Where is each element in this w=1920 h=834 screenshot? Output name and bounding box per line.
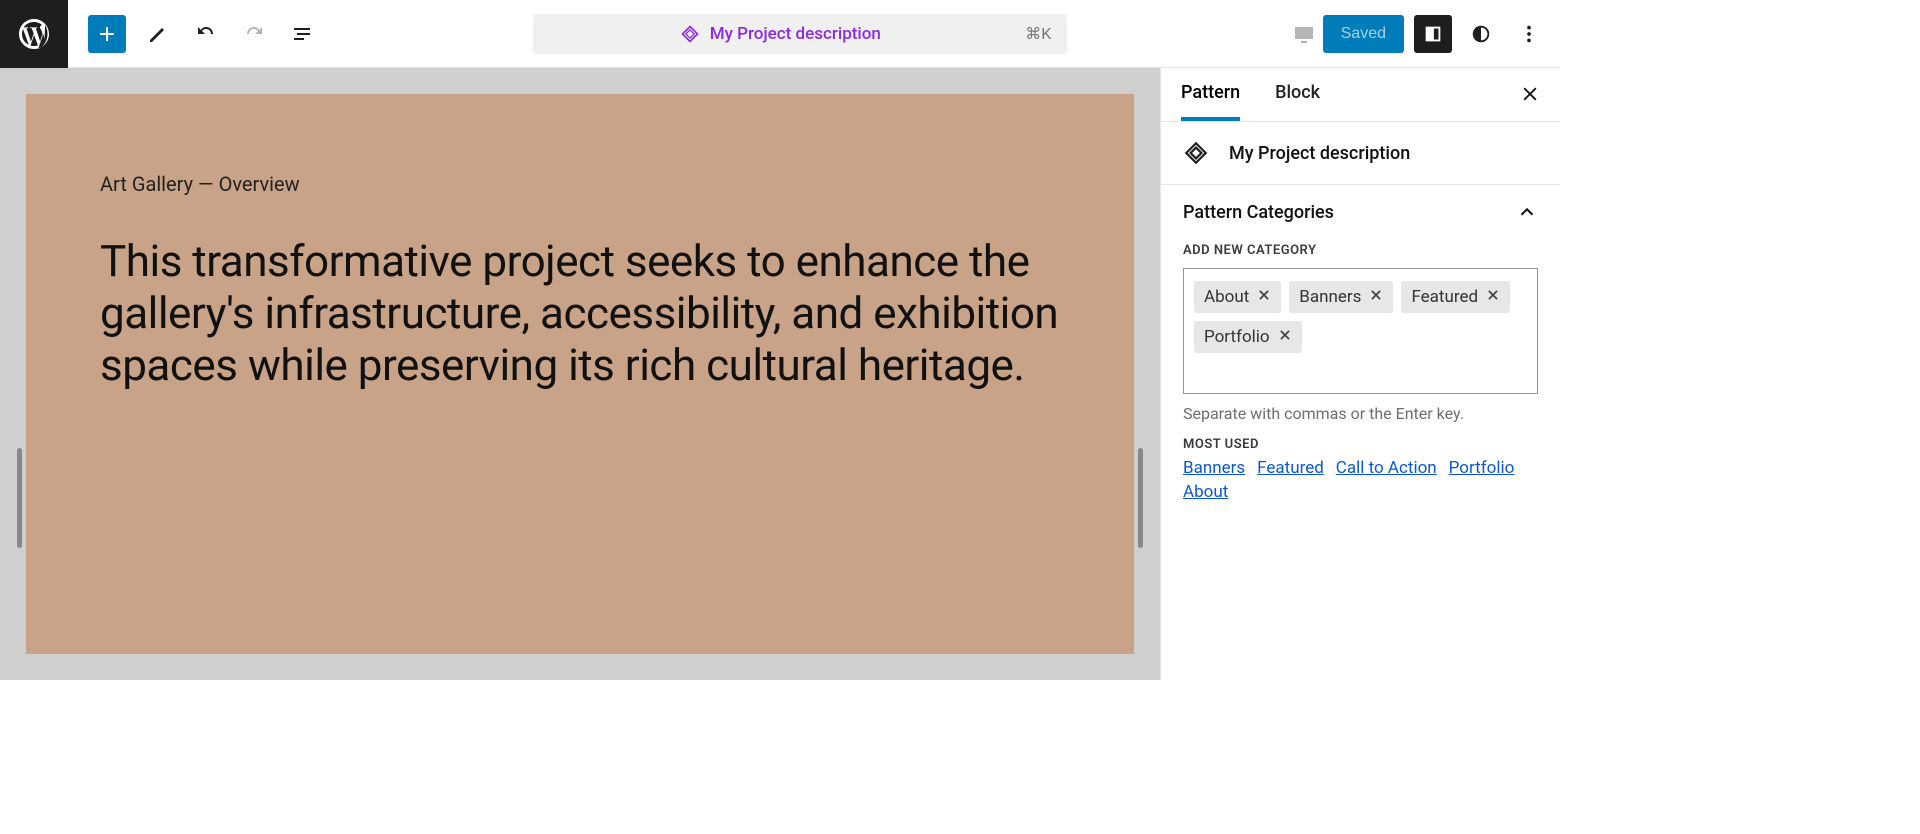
redo-button[interactable] — [230, 10, 278, 58]
add-new-category-label: Add New Category — [1161, 231, 1560, 268]
category-chip: About — [1194, 281, 1281, 313]
sidebar-icon — [1422, 23, 1444, 45]
settings-sidebar-toggle[interactable] — [1414, 15, 1452, 53]
chip-label: About — [1204, 287, 1249, 307]
add-block-button[interactable] — [88, 15, 126, 53]
canvas-label[interactable]: Art Gallery — Overview — [100, 172, 1060, 196]
command-title: My Project description — [549, 24, 1011, 44]
category-chip: Featured — [1401, 281, 1510, 313]
remove-chip-button[interactable] — [1486, 287, 1500, 307]
shortcut-hint: ⌘K — [1025, 24, 1051, 43]
pattern-canvas[interactable]: Art Gallery — Overview This transformati… — [26, 94, 1134, 654]
category-input-box[interactable]: About Banners Featured Portfolio — [1183, 268, 1538, 394]
edit-mode-button[interactable] — [134, 10, 182, 58]
chevron-up-icon — [1516, 201, 1538, 223]
desktop-icon — [1292, 22, 1316, 46]
scrollbar-left[interactable] — [17, 448, 22, 548]
canvas-body[interactable]: This transformative project seeks to enh… — [100, 236, 1060, 392]
settings-sidebar: Pattern Block My Project description Pat… — [1160, 68, 1560, 680]
styles-button[interactable] — [1462, 15, 1500, 53]
close-sidebar-button[interactable] — [1520, 84, 1540, 108]
chip-label: Portfolio — [1204, 327, 1270, 347]
tab-pattern[interactable]: Pattern — [1181, 68, 1240, 121]
most-used-link[interactable]: Call to Action — [1336, 458, 1437, 478]
chip-label: Featured — [1411, 287, 1478, 307]
pattern-name: My Project description — [1229, 143, 1410, 164]
diamond-icon — [1183, 140, 1209, 166]
chip-label: Banners — [1299, 287, 1361, 307]
most-used-label: Most Used — [1161, 437, 1560, 452]
close-icon — [1520, 84, 1540, 104]
canvas-area: Art Gallery — Overview This transformati… — [0, 68, 1160, 680]
view-button[interactable] — [1285, 15, 1323, 53]
most-used-link[interactable]: Banners — [1183, 458, 1245, 478]
wordpress-logo[interactable] — [0, 0, 68, 68]
most-used-links: Banners Featured Call to Action Portfoli… — [1161, 452, 1560, 522]
remove-chip-button[interactable] — [1369, 287, 1383, 307]
undo-button[interactable] — [182, 10, 230, 58]
more-vertical-icon — [1518, 23, 1540, 45]
command-bar[interactable]: My Project description ⌘K — [533, 14, 1067, 54]
list-icon — [290, 22, 314, 46]
plus-icon — [95, 22, 119, 46]
most-used-link[interactable]: About — [1183, 482, 1228, 502]
document-overview-button[interactable] — [278, 10, 326, 58]
tab-block[interactable]: Block — [1275, 68, 1320, 121]
most-used-link[interactable]: Featured — [1257, 458, 1324, 478]
most-used-link[interactable]: Portfolio — [1449, 458, 1515, 478]
toolbar-right-group: Saved — [1275, 15, 1560, 53]
pattern-title-section: My Project description — [1161, 122, 1560, 185]
diamond-icon — [680, 24, 700, 44]
options-button[interactable] — [1510, 15, 1548, 53]
undo-icon — [194, 22, 218, 46]
save-button: Saved — [1323, 15, 1404, 53]
sidebar-tabs: Pattern Block — [1161, 68, 1560, 122]
category-chip: Banners — [1289, 281, 1393, 313]
remove-chip-button[interactable] — [1257, 287, 1271, 307]
category-chip: Portfolio — [1194, 321, 1302, 353]
pencil-icon — [146, 22, 170, 46]
category-hint: Separate with commas or the Enter key. — [1161, 404, 1560, 437]
categories-panel-header[interactable]: Pattern Categories — [1161, 185, 1560, 231]
top-toolbar: My Project description ⌘K Saved — [0, 0, 1560, 68]
toolbar-left-group — [68, 10, 326, 58]
contrast-icon — [1470, 23, 1492, 45]
remove-chip-button[interactable] — [1278, 327, 1292, 347]
scrollbar-right[interactable] — [1138, 448, 1143, 548]
categories-label: Pattern Categories — [1183, 202, 1334, 223]
wordpress-icon — [16, 16, 52, 52]
redo-icon — [242, 22, 266, 46]
